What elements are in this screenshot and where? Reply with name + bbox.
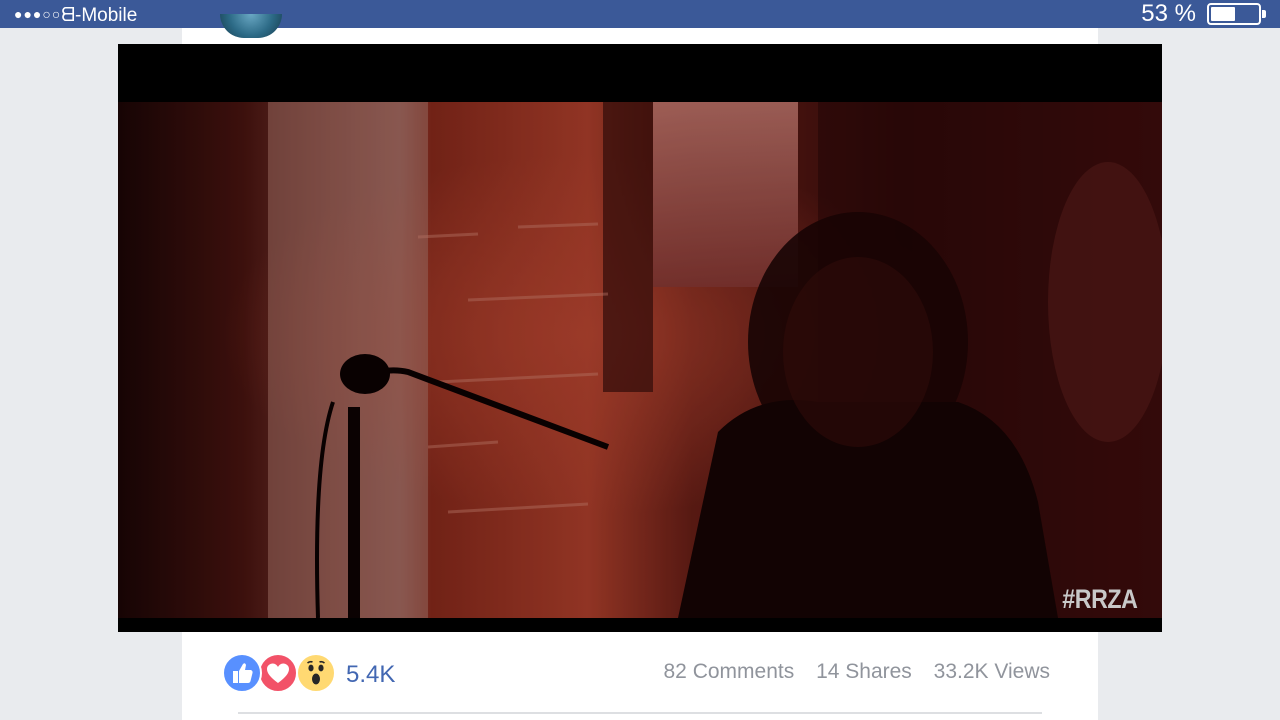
video-player[interactable]: #RRZA (118, 44, 1162, 632)
love-icon (258, 653, 298, 693)
video-watermark: #RRZA (1062, 584, 1139, 614)
status-bar: ●●●○○ᗺ-Mobile 53 % (0, 0, 1280, 28)
carrier-info: ●●●○○ᗺ-Mobile (14, 3, 137, 27)
like-icon (222, 653, 262, 693)
video-frame (118, 102, 1162, 618)
post-stats: 82 Comments 14 Shares 33.2K Views (648, 660, 1051, 684)
divider (238, 712, 1042, 714)
wow-icon (296, 653, 336, 693)
shares-count-link[interactable]: 14 Shares (816, 660, 912, 683)
video-still-image (118, 102, 1162, 618)
battery-level-fill (1211, 7, 1235, 21)
battery-percent: 53 % (1141, 0, 1196, 27)
comments-count-link[interactable]: 82 Comments (664, 660, 795, 683)
battery-icon (1207, 3, 1261, 25)
signal-strength-icon: ●●●○○ (14, 6, 62, 22)
carrier-name: ᗺ-Mobile (61, 5, 138, 26)
reaction-count[interactable]: 5.4K (346, 661, 395, 689)
battery-tip (1262, 10, 1266, 18)
views-count: 33.2K Views (933, 660, 1050, 683)
